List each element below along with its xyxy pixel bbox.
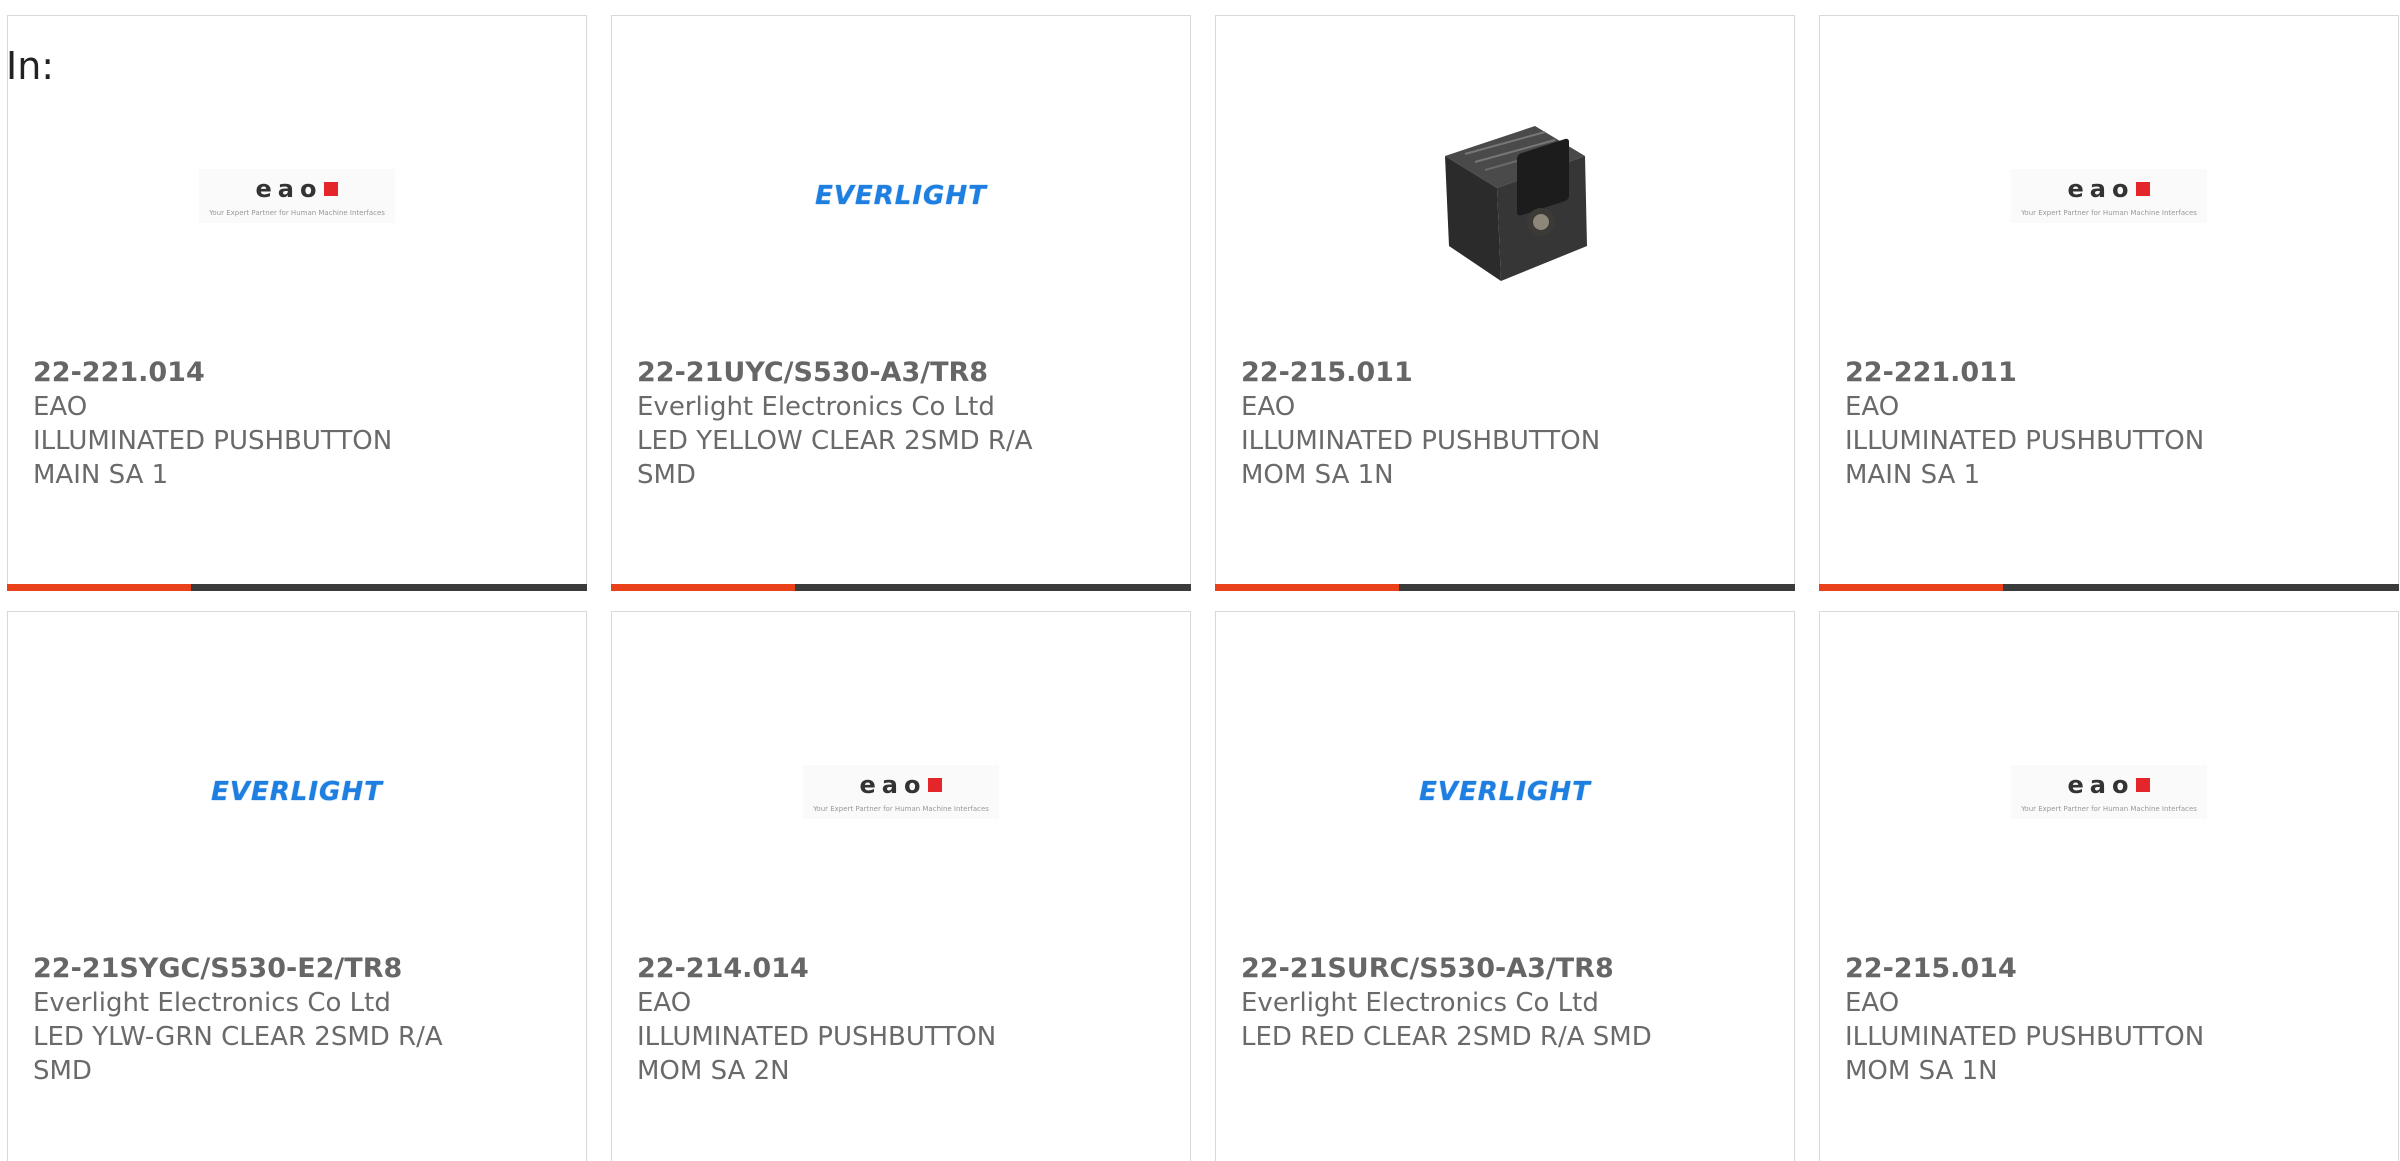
description-line-2: SMD	[637, 460, 696, 490]
product-image[interactable]: eao Your Expert Partner for Human Machin…	[1820, 76, 2398, 316]
description-line-1: ILLUMINATED PUSHBUTTON	[637, 1022, 997, 1052]
manufacturer: EAO	[33, 392, 88, 422]
product-info: 22-215.014 EAO ILLUMINATED PUSHBUTTON MO…	[1845, 952, 2285, 1088]
everlight-logo: EVERLIGHT	[211, 777, 383, 807]
description-line-2: MOM SA 2N	[637, 1056, 790, 1086]
card-accent-bar	[1819, 584, 2003, 591]
product-card[interactable]: eao Your Expert Partner for Human Machin…	[611, 611, 1191, 1161]
product-results-page: In: eao Your Expert Partner for Human Ma…	[0, 0, 2400, 1161]
product-info: 22-214.014 EAO ILLUMINATED PUSHBUTTON MO…	[637, 952, 1077, 1088]
description-line-2: MOM SA 1N	[1845, 1056, 1998, 1086]
product-image[interactable]: EVERLIGHT	[8, 672, 586, 912]
description-line-1: ILLUMINATED PUSHBUTTON	[1845, 426, 2205, 456]
product-info: 22-221.011 EAO ILLUMINATED PUSHBUTTON MA…	[1845, 356, 2285, 492]
card-bottom-bar	[1819, 584, 2399, 591]
card-accent-bar	[1215, 584, 1399, 591]
description-line-1: ILLUMINATED PUSHBUTTON	[1845, 1022, 2205, 1052]
eao-logo-text: eao	[859, 771, 927, 799]
pushbutton-photo	[1400, 91, 1610, 301]
product-image[interactable]	[1216, 76, 1794, 316]
eao-logo: eao Your Expert Partner for Human Machin…	[2011, 169, 2207, 223]
description-line-1: LED YELLOW CLEAR 2SMD R/A	[637, 426, 1033, 456]
eao-logo-text: eao	[2067, 175, 2135, 203]
product-card[interactable]: 22-215.011 EAO ILLUMINATED PUSHBUTTON MO…	[1215, 15, 1795, 591]
manufacturer: EAO	[1845, 392, 1900, 422]
part-number[interactable]: 22-21SURC/S530-A3/TR8	[1241, 952, 1681, 986]
description-line-1: LED RED CLEAR 2SMD R/A SMD	[1241, 1022, 1652, 1052]
product-card[interactable]: eao Your Expert Partner for Human Machin…	[1819, 611, 2399, 1161]
product-image[interactable]: eao Your Expert Partner for Human Machin…	[612, 672, 1190, 912]
eao-logo-square	[324, 182, 339, 196]
part-number[interactable]: 22-221.011	[1845, 356, 2285, 390]
product-image[interactable]: EVERLIGHT	[612, 76, 1190, 316]
manufacturer: EAO	[1241, 392, 1296, 422]
product-card[interactable]: eao Your Expert Partner for Human Machin…	[1819, 15, 2399, 591]
product-info: 22-221.014 EAO ILLUMINATED PUSHBUTTON MA…	[33, 356, 473, 492]
eao-logo-square	[2136, 778, 2151, 792]
product-info: 22-21SURC/S530-A3/TR8 Everlight Electron…	[1241, 952, 1681, 1054]
everlight-logo: EVERLIGHT	[1419, 777, 1591, 807]
part-number[interactable]: 22-221.014	[33, 356, 473, 390]
card-bottom-bar	[1215, 584, 1795, 591]
eao-logo-text: eao	[2067, 771, 2135, 799]
manufacturer: Everlight Electronics Co Ltd	[1241, 988, 1599, 1018]
description-line-2: SMD	[33, 1056, 92, 1086]
manufacturer: EAO	[637, 988, 692, 1018]
manufacturer: Everlight Electronics Co Ltd	[637, 392, 995, 422]
part-number[interactable]: 22-214.014	[637, 952, 1077, 986]
product-image[interactable]: eao Your Expert Partner for Human Machin…	[8, 76, 586, 316]
description-line-2: MOM SA 1N	[1241, 460, 1394, 490]
part-number[interactable]: 22-21SYGC/S530-E2/TR8	[33, 952, 473, 986]
card-accent-bar	[611, 584, 795, 591]
card-bottom-bar	[7, 584, 587, 591]
manufacturer: EAO	[1845, 988, 1900, 1018]
part-number[interactable]: 22-21UYC/S530-A3/TR8	[637, 356, 1077, 390]
eao-logo-tagline: Your Expert Partner for Human Machine In…	[813, 805, 989, 813]
product-grid: eao Your Expert Partner for Human Machin…	[7, 15, 2399, 1161]
in-label: In:	[6, 44, 55, 88]
product-info: 22-215.011 EAO ILLUMINATED PUSHBUTTON MO…	[1241, 356, 1681, 492]
description-line-2: MAIN SA 1	[1845, 460, 1981, 490]
eao-logo-tagline: Your Expert Partner for Human Machine In…	[209, 209, 385, 217]
product-card[interactable]: EVERLIGHT 22-21UYC/S530-A3/TR8 Everlight…	[611, 15, 1191, 591]
eao-logo: eao Your Expert Partner for Human Machin…	[199, 169, 395, 223]
description-line-1: ILLUMINATED PUSHBUTTON	[1241, 426, 1601, 456]
description-line-1: ILLUMINATED PUSHBUTTON	[33, 426, 393, 456]
product-info: 22-21SYGC/S530-E2/TR8 Everlight Electron…	[33, 952, 473, 1088]
product-card[interactable]: EVERLIGHT 22-21SYGC/S530-E2/TR8 Everligh…	[7, 611, 587, 1161]
eao-logo: eao Your Expert Partner for Human Machin…	[2011, 765, 2207, 819]
part-number[interactable]: 22-215.014	[1845, 952, 2285, 986]
description-line-1: LED YLW-GRN CLEAR 2SMD R/A	[33, 1022, 443, 1052]
part-number[interactable]: 22-215.011	[1241, 356, 1681, 390]
eao-logo: eao Your Expert Partner for Human Machin…	[803, 765, 999, 819]
eao-logo-tagline: Your Expert Partner for Human Machine In…	[2021, 209, 2197, 217]
everlight-logo: EVERLIGHT	[815, 181, 987, 211]
eao-logo-square	[928, 778, 943, 792]
product-image[interactable]: EVERLIGHT	[1216, 672, 1794, 912]
manufacturer: Everlight Electronics Co Ltd	[33, 988, 391, 1018]
product-card[interactable]: EVERLIGHT 22-21SURC/S530-A3/TR8 Everligh…	[1215, 611, 1795, 1161]
description-line-2: MAIN SA 1	[33, 460, 169, 490]
card-accent-bar	[7, 584, 191, 591]
eao-logo-square	[2136, 182, 2151, 196]
card-bottom-bar	[611, 584, 1191, 591]
product-info: 22-21UYC/S530-A3/TR8 Everlight Electroni…	[637, 356, 1077, 492]
eao-logo-text: eao	[255, 175, 323, 203]
product-image[interactable]: eao Your Expert Partner for Human Machin…	[1820, 672, 2398, 912]
product-card[interactable]: eao Your Expert Partner for Human Machin…	[7, 15, 587, 591]
eao-logo-tagline: Your Expert Partner for Human Machine In…	[2021, 805, 2197, 813]
